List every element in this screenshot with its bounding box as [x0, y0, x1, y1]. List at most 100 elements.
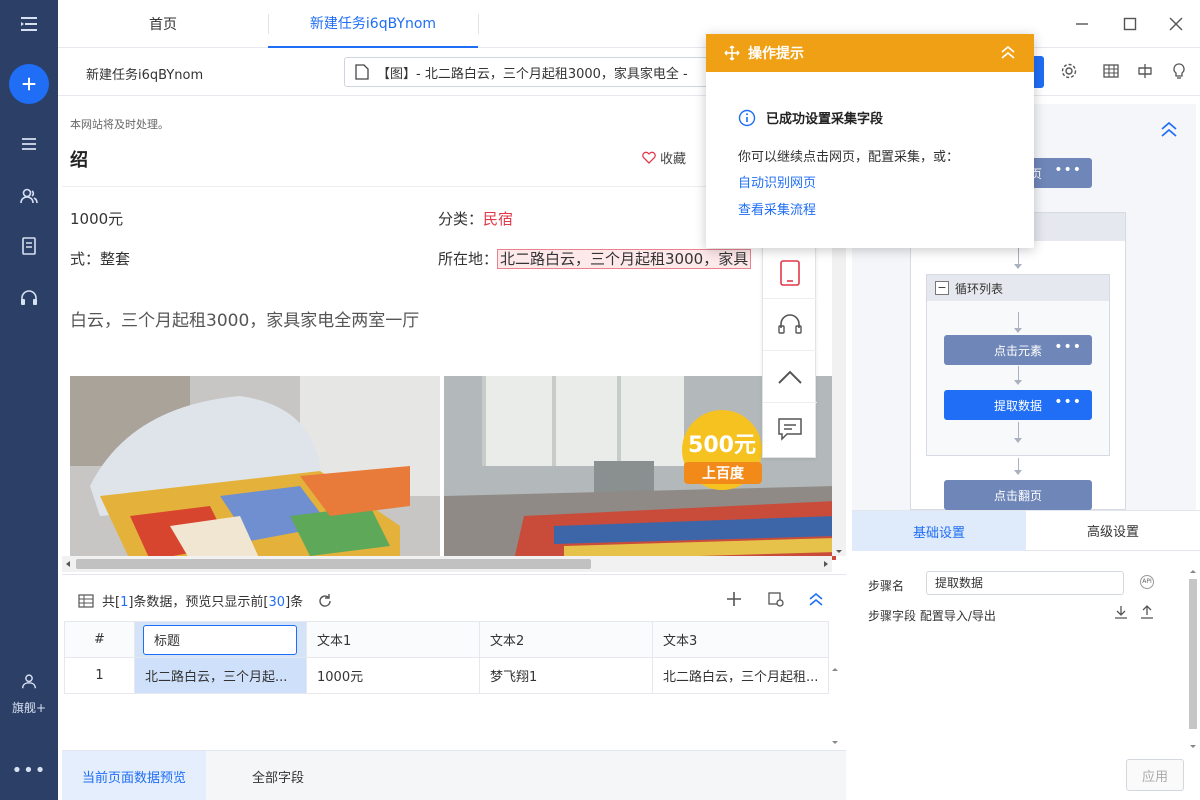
flow-arrow: [1014, 264, 1022, 269]
location-label: 所在地：: [438, 250, 499, 268]
node-label: 提取数据: [993, 398, 1042, 413]
add-field-icon[interactable]: [724, 589, 744, 609]
add-task-button[interactable]: [9, 64, 49, 104]
flagship-label: 旗舰+: [11, 701, 47, 715]
favorite-button[interactable]: 收藏: [642, 148, 686, 167]
preview-vertical-scrollbar[interactable]: [828, 663, 842, 749]
auto-detect-link[interactable]: 自动识别网页: [738, 172, 816, 191]
step-fields-label: 步骤字段 配置导入/导出: [868, 609, 996, 623]
task-name: 新建任务i6qBYnom: [86, 68, 204, 83]
page-icon: [355, 64, 369, 80]
favorite-label: 收藏: [660, 152, 687, 167]
settings-vertical-scrollbar[interactable]: [1186, 565, 1200, 755]
loop-list-header[interactable]: − 循环列表: [927, 275, 1109, 301]
headset-icon[interactable]: [0, 278, 58, 318]
account-flagship[interactable]: 旗舰+: [0, 672, 58, 716]
tab-basic-settings[interactable]: 基础设置: [852, 511, 1026, 551]
apply-button[interactable]: 应用: [1126, 759, 1184, 791]
tab-advanced-settings[interactable]: 高级设置: [1026, 511, 1200, 551]
view-flow-link[interactable]: 查看采集流程: [738, 199, 816, 218]
summary-suffix: ]条: [285, 595, 304, 610]
mobile-icon[interactable]: [763, 247, 817, 299]
node-label: 点击元素: [993, 343, 1042, 358]
maximize-icon[interactable]: [1116, 10, 1144, 38]
gear-icon[interactable]: [1058, 60, 1080, 82]
column-header-editing[interactable]: [134, 621, 307, 658]
upload-icon[interactable]: [1140, 605, 1156, 621]
refresh-icon[interactable]: [317, 593, 333, 609]
loop-label: 循环列表: [955, 281, 1004, 296]
rental-mode-text[interactable]: 式：整套: [70, 248, 130, 269]
collapse-up-icon[interactable]: [806, 589, 826, 609]
notice-text: 本网站将及时处理。: [70, 118, 169, 131]
price-text[interactable]: 1000元: [70, 208, 123, 229]
collapse-up-icon[interactable]: [1160, 120, 1178, 142]
listing-description[interactable]: 白云，三个月起租3000，家具家电全两室一厅: [70, 306, 419, 331]
summary-limit: 30: [268, 595, 286, 610]
url-input[interactable]: 【图】- 北二路白云，三个月起租3000，家具家电全 -: [344, 57, 724, 87]
chevron-up-icon[interactable]: [763, 351, 817, 403]
column-header[interactable]: 文本2: [479, 621, 653, 658]
lightbulb-icon[interactable]: [1168, 60, 1190, 82]
layout-icon[interactable]: [1134, 60, 1156, 82]
column-header[interactable]: 文本1: [306, 621, 480, 658]
table-icon: [78, 593, 94, 608]
heart-icon: [642, 151, 656, 164]
column-header: #: [64, 621, 135, 658]
headset-icon[interactable]: [763, 299, 817, 351]
table-cell[interactable]: 梦飞翔1: [479, 657, 653, 694]
tab-divider: [478, 14, 479, 34]
document-icon[interactable]: [0, 226, 58, 266]
column-name-input[interactable]: [143, 624, 297, 655]
workflow-node-extract[interactable]: 提取数据 •••: [944, 390, 1092, 420]
tip-header-title: 操作提示: [748, 46, 804, 62]
table-icon[interactable]: [1100, 60, 1122, 82]
table-cell[interactable]: 北二路白云，三个月起租...: [651, 657, 830, 694]
table-row[interactable]: 1 北二路白云，三个月起... 1000元 梦飞翔1 北二路白云，三个月起租..…: [64, 657, 830, 694]
tab-home[interactable]: 首页: [58, 0, 268, 48]
category-label: 分类：: [438, 210, 484, 228]
field-settings-icon[interactable]: [766, 589, 786, 609]
flow-arrow: [1014, 380, 1022, 385]
location-value-highlighted[interactable]: 北二路白云，三个月起租3000，家具: [497, 249, 752, 269]
download-icon[interactable]: [1114, 605, 1130, 621]
collapse-minus-icon[interactable]: −: [935, 281, 949, 295]
table-cell[interactable]: 北二路白云，三个月起...: [134, 657, 307, 694]
step-name-label: 步骤名: [868, 579, 905, 593]
webpage-horizontal-scrollbar[interactable]: [62, 556, 832, 572]
move-icon[interactable]: [724, 45, 740, 61]
tab-current-page-preview[interactable]: 当前页面数据预览: [62, 751, 206, 800]
users-icon[interactable]: [0, 176, 58, 216]
category-text[interactable]: 分类：民宿: [438, 208, 513, 229]
location-text[interactable]: 所在地： 北二路白云，三个月起租3000，家具: [438, 248, 752, 269]
preview-summary: 共[1]条数据，预览只显示前[30]条: [78, 591, 333, 610]
close-icon[interactable]: [1162, 10, 1190, 38]
tip-header[interactable]: 操作提示: [706, 34, 1034, 72]
workflow-node-next-page[interactable]: 点击翻页: [944, 480, 1092, 510]
intro-title: 绍: [70, 150, 88, 171]
node-menu-button[interactable]: •••: [1054, 162, 1082, 178]
menu-toggle-icon[interactable]: [0, 4, 58, 44]
step-name-input[interactable]: 提取数据: [926, 571, 1124, 595]
table-cell[interactable]: 1000元: [306, 657, 480, 694]
ad-badge-amount: 500元: [688, 433, 756, 458]
flow-arrow: [1014, 328, 1022, 333]
more-options-button[interactable]: •••: [0, 760, 58, 781]
collapse-up-icon[interactable]: [1000, 44, 1016, 64]
column-header[interactable]: 文本3: [651, 621, 830, 658]
left-rail: 旗舰+ •••: [0, 0, 58, 800]
task-list-icon[interactable]: [0, 124, 58, 164]
node-label: 点击翻页: [993, 488, 1042, 503]
tab-all-fields[interactable]: 全部字段: [206, 751, 350, 800]
workflow-node-click[interactable]: 点击元素 •••: [944, 335, 1092, 365]
api-icon[interactable]: API: [1140, 575, 1154, 589]
summary-prefix: 共[: [102, 595, 121, 610]
room-photo-1[interactable]: [70, 376, 440, 560]
tab-task[interactable]: 新建任务i6qBYnom: [268, 0, 478, 48]
node-menu-button[interactable]: •••: [1054, 339, 1082, 355]
tip-body: 你可以继续点击网页，配置采集，或：: [738, 150, 960, 165]
chat-icon[interactable]: [763, 403, 817, 455]
node-menu-button[interactable]: •••: [1054, 394, 1082, 410]
minimize-icon[interactable]: [1068, 10, 1096, 38]
floating-tools: [762, 246, 817, 458]
